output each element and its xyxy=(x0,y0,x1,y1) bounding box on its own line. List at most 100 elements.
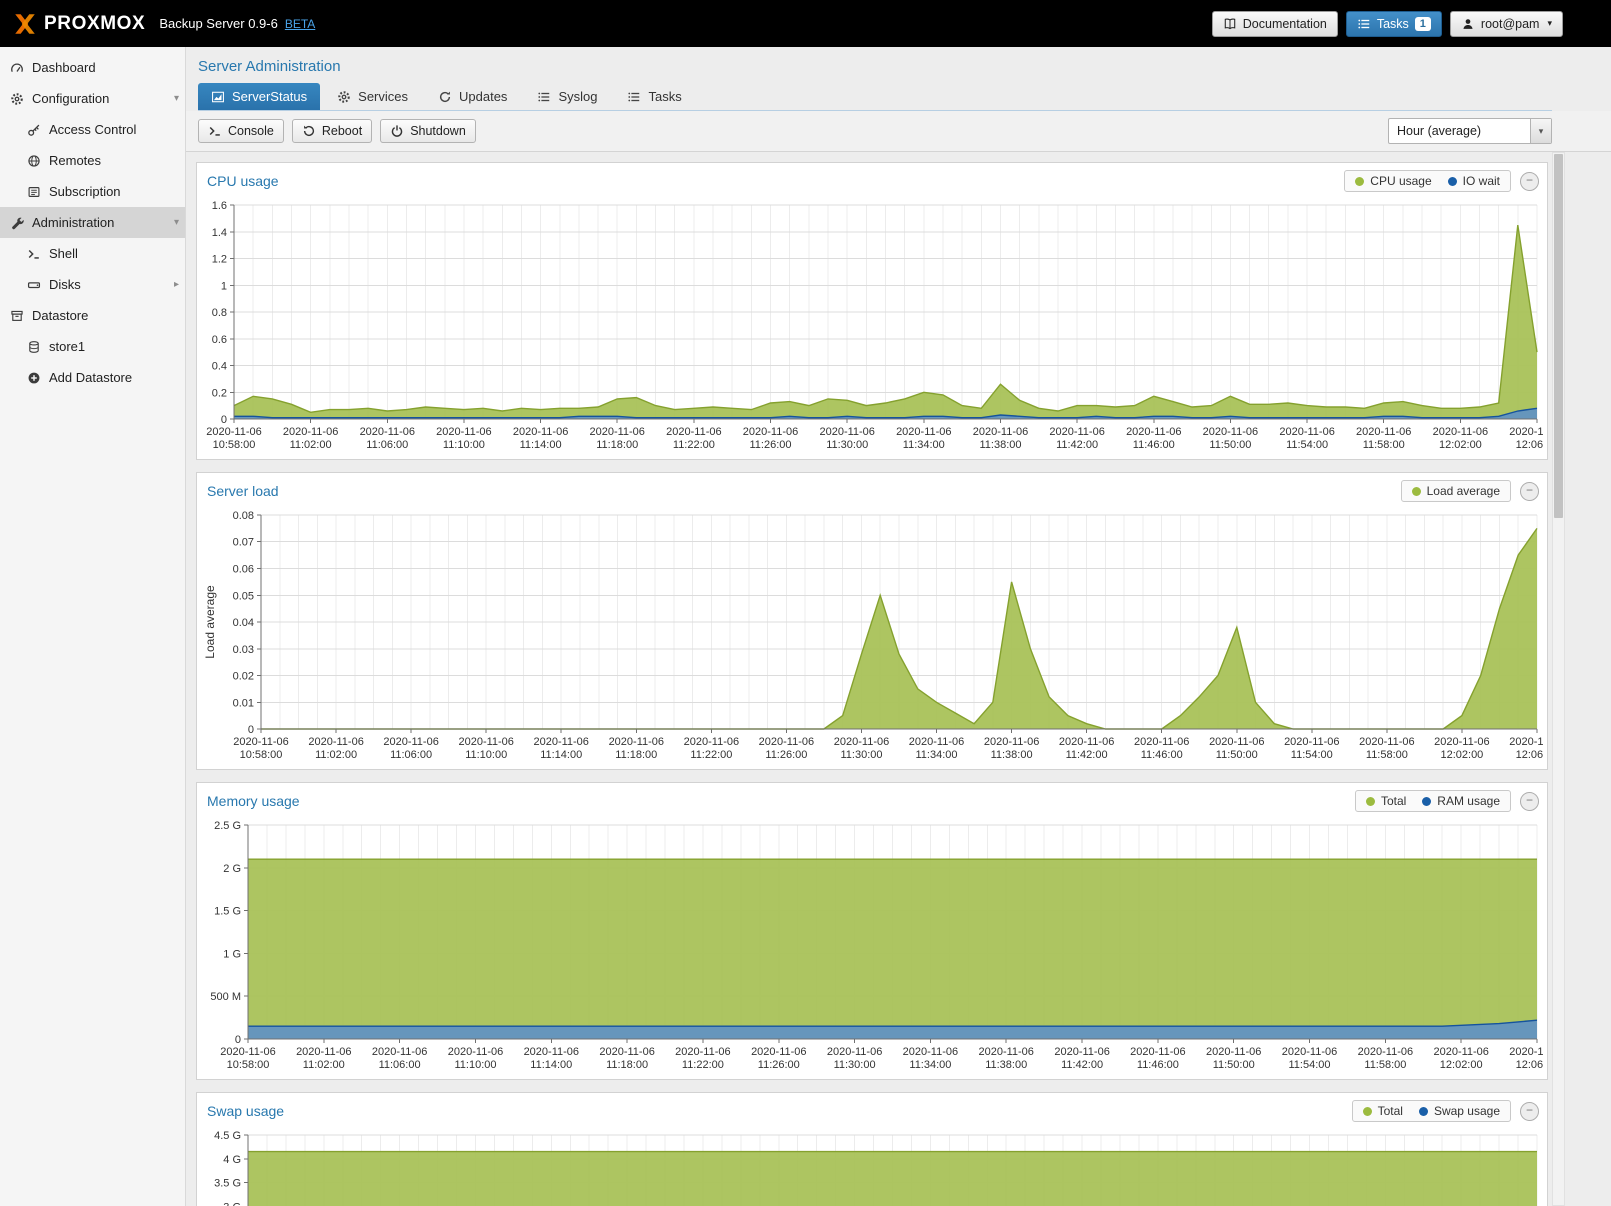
svg-text:2020-11-06: 2020-11-06 xyxy=(220,1046,275,1058)
hdd-icon xyxy=(27,278,41,292)
tab-serverstatus[interactable]: ServerStatus xyxy=(198,83,320,110)
svg-text:2020-11-06: 2020-11-06 xyxy=(383,736,438,748)
beta-link[interactable]: BETA xyxy=(285,17,315,31)
timeframe-select[interactable]: Hour (average) ▾ xyxy=(1388,118,1552,144)
svg-text:11:02:00: 11:02:00 xyxy=(290,439,332,451)
svg-text:2020-11-06: 2020-11-06 xyxy=(1433,426,1488,438)
scrollbar-thumb[interactable] xyxy=(1554,154,1563,518)
svg-text:10:58:00: 10:58:00 xyxy=(240,749,283,761)
svg-text:2020-11-06: 2020-11-06 xyxy=(524,1046,579,1058)
svg-text:1: 1 xyxy=(221,280,227,292)
sidebar-item-administration[interactable]: Administration ▾ xyxy=(0,207,185,238)
server-load-chart: 00.010.020.030.040.050.060.070.082020-11… xyxy=(201,507,1543,763)
book-icon xyxy=(1223,17,1237,31)
refresh-icon xyxy=(438,90,452,104)
sidebar-item-label: Administration xyxy=(32,215,114,230)
tab-syslog[interactable]: Syslog xyxy=(524,83,610,110)
sidebar-item-shell[interactable]: Shell xyxy=(0,238,185,269)
sidebar-item-remotes[interactable]: Remotes xyxy=(0,145,185,176)
svg-text:11:54:00: 11:54:00 xyxy=(1286,439,1328,451)
tasks-button[interactable]: Tasks 1 xyxy=(1346,11,1442,37)
documentation-button[interactable]: Documentation xyxy=(1212,11,1338,37)
svg-text:11:34:00: 11:34:00 xyxy=(903,439,945,451)
legend-item[interactable]: Load average xyxy=(1412,484,1500,498)
sidebar-item-add-datastore[interactable]: Add Datastore xyxy=(0,362,185,393)
svg-text:2020-11-06: 2020-11-06 xyxy=(1433,1046,1488,1058)
svg-text:0.02: 0.02 xyxy=(233,671,254,683)
chart-legend: Total RAM usage xyxy=(1355,790,1511,812)
database-icon xyxy=(27,340,41,354)
legend-item[interactable]: Total xyxy=(1366,794,1406,808)
server-load-panel: Server load Load average − 00.010.020.03… xyxy=(196,472,1548,770)
user-menu-button[interactable]: root@pam ▾ xyxy=(1450,11,1563,37)
legend-item[interactable]: CPU usage xyxy=(1355,174,1431,188)
svg-text:0.6: 0.6 xyxy=(212,334,227,346)
toolbar: Console Reboot Shutdown Hour (average) ▾ xyxy=(186,111,1611,152)
svg-text:12:02:00: 12:02:00 xyxy=(1440,1059,1483,1071)
panel-collapse-button[interactable]: − xyxy=(1520,792,1539,811)
svg-text:500 M: 500 M xyxy=(210,991,241,1003)
svg-text:11:18:00: 11:18:00 xyxy=(606,1059,648,1071)
panel-collapse-button[interactable]: − xyxy=(1520,482,1539,501)
sidebar-item-label: Access Control xyxy=(49,122,136,137)
tab-label: Updates xyxy=(459,89,507,104)
svg-text:2020-11-06: 2020-11-06 xyxy=(589,426,644,438)
chart-legend: CPU usage IO wait xyxy=(1344,170,1511,192)
shutdown-button[interactable]: Shutdown xyxy=(380,119,476,143)
legend-label: IO wait xyxy=(1463,174,1500,188)
svg-text:4.5 G: 4.5 G xyxy=(214,1130,241,1142)
svg-text:2020-11-06: 2020-11-06 xyxy=(666,426,721,438)
svg-text:2020-11-06: 2020-11-06 xyxy=(1203,426,1258,438)
chevron-down-icon: ▾ xyxy=(1547,18,1552,29)
svg-text:2020-11-06: 2020-11-06 xyxy=(1358,1046,1413,1058)
svg-text:11:42:00: 11:42:00 xyxy=(1066,749,1108,761)
svg-text:12:06:00: 12:06:00 xyxy=(1516,1059,1543,1071)
proxmox-logo-icon xyxy=(12,11,38,37)
sidebar-item-subscription[interactable]: Subscription xyxy=(0,176,185,207)
panel-collapse-button[interactable]: − xyxy=(1520,172,1539,191)
card-icon xyxy=(27,185,41,199)
plus-circle-icon xyxy=(27,371,41,385)
svg-text:2020-11-06: 2020-11-06 xyxy=(896,426,951,438)
legend-item[interactable]: RAM usage xyxy=(1422,794,1500,808)
svg-text:11:10:00: 11:10:00 xyxy=(465,749,507,761)
tab-tasks[interactable]: Tasks xyxy=(614,83,694,110)
svg-text:2020-11-06: 2020-11-06 xyxy=(675,1046,730,1058)
reboot-button[interactable]: Reboot xyxy=(292,119,372,143)
legend-item[interactable]: IO wait xyxy=(1448,174,1500,188)
brand-text: PROXMOX xyxy=(44,13,145,35)
svg-text:2020-11-06: 2020-11-06 xyxy=(1284,736,1339,748)
svg-text:2020-11-06: 2020-11-06 xyxy=(513,426,568,438)
console-button[interactable]: Console xyxy=(198,119,284,143)
sidebar-item-disks[interactable]: Disks ▸ xyxy=(0,269,185,300)
vertical-scrollbar[interactable] xyxy=(1552,152,1565,1206)
cpu-usage-panel: CPU usage CPU usageIO wait − 00.20.40.60… xyxy=(196,162,1548,460)
sidebar-item-dashboard[interactable]: Dashboard xyxy=(0,52,185,83)
panel-collapse-button[interactable]: − xyxy=(1520,1102,1539,1121)
svg-text:2020-11-06: 2020-11-06 xyxy=(1282,1046,1337,1058)
svg-text:11:58:00: 11:58:00 xyxy=(1363,439,1405,451)
sidebar-item-access-control[interactable]: Access Control xyxy=(0,114,185,145)
svg-text:10:58:00: 10:58:00 xyxy=(227,1059,270,1071)
sidebar-item-label: Subscription xyxy=(49,184,121,199)
timeframe-value: Hour (average) xyxy=(1389,124,1530,138)
sidebar-item-datastore[interactable]: Datastore xyxy=(0,300,185,331)
svg-text:0: 0 xyxy=(235,1034,241,1046)
svg-text:11:58:00: 11:58:00 xyxy=(1364,1059,1406,1071)
legend-item[interactable]: Swap usage xyxy=(1419,1104,1500,1118)
sidebar-item-label: Dashboard xyxy=(32,60,96,75)
sidebar-item-store1[interactable]: store1 xyxy=(0,331,185,362)
sidebar-item-configuration[interactable]: Configuration ▾ xyxy=(0,83,185,114)
tab-services[interactable]: Services xyxy=(324,83,421,110)
tab-updates[interactable]: Updates xyxy=(425,83,520,110)
svg-text:11:06:00: 11:06:00 xyxy=(366,439,408,451)
svg-text:0.04: 0.04 xyxy=(233,617,254,629)
legend-item[interactable]: Total xyxy=(1363,1104,1403,1118)
svg-text:3 G: 3 G xyxy=(223,1201,241,1206)
svg-text:0.03: 0.03 xyxy=(233,644,254,656)
svg-text:11:38:00: 11:38:00 xyxy=(985,1059,1027,1071)
sidebar: Dashboard Configuration ▾ Access Control… xyxy=(0,47,186,1206)
terminal-icon xyxy=(208,124,222,138)
chevron-down-icon: ▾ xyxy=(174,93,179,104)
tab-bar: ServerStatus Services Updates Syslog Tas… xyxy=(198,83,1552,111)
